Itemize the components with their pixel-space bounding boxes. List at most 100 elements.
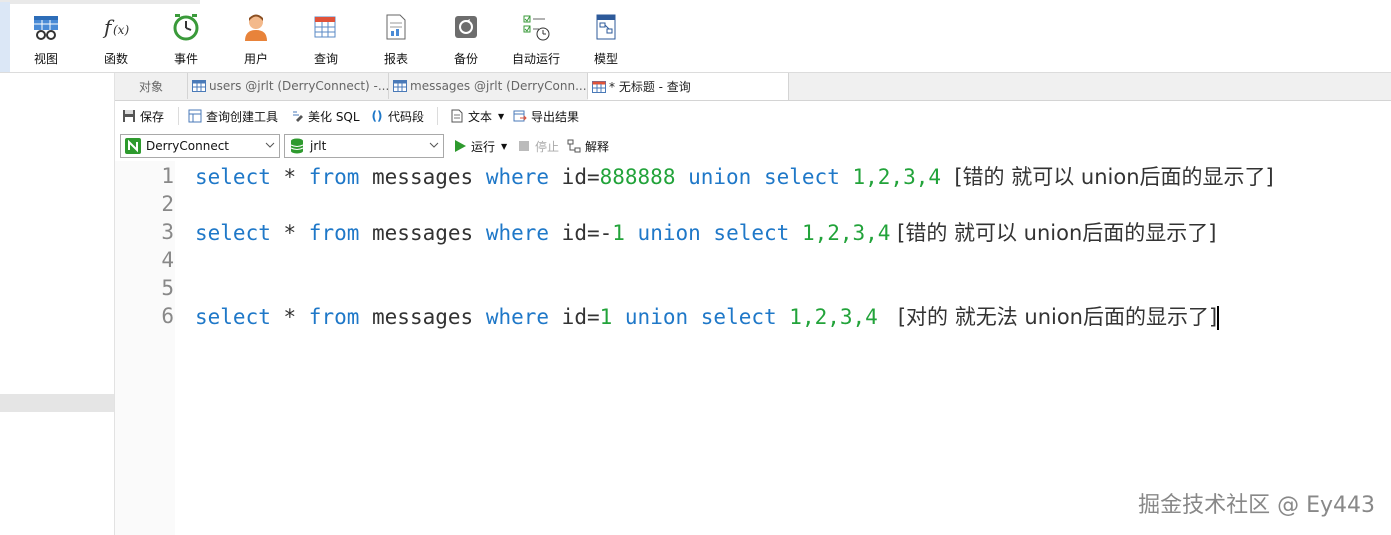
sql-text: *: [270, 305, 309, 329]
database-select[interactable]: jrlt: [284, 134, 444, 158]
connection-value: DerryConnect: [146, 139, 229, 153]
database-value: jrlt: [310, 139, 327, 153]
sql-annotation: [错的 就可以 union后面的显示了]: [890, 221, 1217, 245]
sql-keyword: select: [713, 221, 790, 245]
tab-strip: 对象 users @jrlt (DerryConnect) -... messa…: [115, 73, 1391, 101]
explain-label: 解释: [585, 139, 610, 154]
stop-label: 停止: [535, 139, 560, 154]
connection-icon: [125, 138, 141, 154]
tab-users-table[interactable]: users @jrlt (DerryConnect) -...: [188, 73, 389, 99]
sql-text: id=-: [549, 221, 613, 245]
code-line-1[interactable]: select * from messages where id=888888 u…: [195, 163, 1274, 191]
sql-number: 1,2,3,4: [852, 165, 942, 189]
sql-text: *: [270, 165, 309, 189]
table-icon: [192, 80, 206, 92]
ribbon-event-button[interactable]: 事件: [156, 12, 216, 68]
ribbon-label: 模型: [593, 52, 618, 66]
code-line-3[interactable]: select * from messages where id=-1 union…: [195, 219, 1216, 247]
line-number: 2: [161, 192, 174, 216]
watermark: 掘金技术社区 @ Ey443: [1138, 493, 1375, 518]
chevron-down-icon: [265, 142, 275, 148]
save-button[interactable]: 保存: [122, 108, 164, 124]
ribbon-label: 备份: [453, 52, 478, 66]
stop-icon: [517, 139, 531, 153]
selected-tree-row[interactable]: [0, 394, 114, 412]
line-number: 6: [161, 304, 174, 328]
ribbon-schedule-button[interactable]: 自动运行: [506, 12, 566, 68]
tab-objects[interactable]: 对象: [115, 73, 188, 99]
query-builder-label: 查询创建工具: [206, 109, 279, 124]
sql-annotation: [对的 就无法 union后面的显示了]: [877, 305, 1218, 329]
play-icon: [453, 139, 467, 153]
sql-editor[interactable]: 1 2 3 4 5 6 select * from messages where…: [115, 161, 1391, 535]
user-icon: [241, 12, 271, 42]
ribbon-backup-button[interactable]: 备份: [436, 12, 496, 68]
ribbon-report-button[interactable]: 报表: [366, 12, 426, 68]
toolbar-separator: [178, 107, 179, 125]
sql-keyword: from: [308, 305, 360, 329]
line-number-gutter: 1 2 3 4 5 6: [115, 161, 175, 535]
sql-keyword: union: [624, 221, 714, 245]
tab-untitled-query[interactable]: * 无标题 - 查询: [588, 73, 789, 100]
explain-button[interactable]: 解释: [567, 138, 609, 154]
save-icon: [122, 109, 136, 123]
ribbon-function-button[interactable]: f (x) 函数: [86, 12, 146, 68]
sql-keyword: select: [700, 305, 777, 329]
clock-icon: [171, 12, 201, 42]
ribbon-label: 事件: [173, 52, 198, 66]
query-builder-button[interactable]: 查询创建工具: [188, 108, 278, 124]
text-mode-dropdown[interactable]: 文本 ▼: [450, 108, 504, 124]
stop-button[interactable]: 停止: [517, 138, 559, 154]
ribbon-view-button[interactable]: 视图: [16, 12, 76, 68]
connection-bar: DerryConnect jrlt 运行 ▼ 停止 解释: [115, 131, 1391, 161]
tab-label: 对象: [138, 79, 163, 94]
export-icon: [513, 109, 527, 123]
backup-icon: [451, 12, 481, 42]
ribbon-model-button[interactable]: 模型: [576, 12, 636, 68]
code-line-6[interactable]: select * from messages where id=1 union …: [195, 303, 1220, 331]
sql-keyword: select: [763, 165, 840, 189]
sql-text: messages: [359, 221, 486, 245]
main-ribbon: 视图 f (x) 函数 事件 用户 查询 报表 备份 自动运行 模型: [0, 0, 1391, 73]
sql-keyword: where: [485, 305, 550, 329]
tab-label: * 无标题 - 查询: [609, 80, 691, 94]
function-icon: f (x): [101, 12, 131, 42]
ribbon-selection-bar: [0, 2, 10, 72]
svg-text:(x): (x): [113, 23, 129, 37]
sql-annotation: [错的 就可以 union后面的显示了]: [941, 165, 1274, 189]
dropdown-arrow-icon: ▼: [498, 111, 505, 121]
text-mode-label: 文本: [468, 109, 493, 124]
connection-select[interactable]: DerryConnect: [120, 134, 280, 158]
export-results-button[interactable]: 导出结果: [513, 108, 579, 124]
tab-label: messages @jrlt (DerryConn...: [410, 79, 587, 93]
sql-number: 1,2,3,4: [801, 221, 891, 245]
tab-messages-table[interactable]: messages @jrlt (DerryConn...: [389, 73, 588, 99]
ribbon-user-button[interactable]: 用户: [226, 12, 286, 68]
beautify-sql-label: 美化 SQL: [308, 109, 360, 124]
toolbar-separator: [437, 107, 438, 125]
query-icon: [311, 12, 341, 42]
query-toolbar: 保存 查询创建工具 美化 SQL () 代码段 文本 ▼ 导出结果: [115, 101, 1391, 131]
sql-text: id=: [549, 165, 600, 189]
export-results-label: 导出结果: [531, 109, 580, 124]
ribbon-label: 视图: [33, 52, 58, 66]
chevron-down-icon: [429, 142, 439, 148]
sql-text: id=: [549, 305, 600, 329]
line-number: 1: [161, 164, 174, 188]
query-table-icon: [592, 80, 606, 93]
beautify-sql-button[interactable]: 美化 SQL: [290, 108, 360, 124]
code-snippet-button[interactable]: () 代码段: [370, 108, 425, 124]
dropdown-arrow-icon: ▼: [501, 141, 508, 151]
sql-text: *: [270, 221, 309, 245]
ribbon-query-button[interactable]: 查询: [296, 12, 356, 68]
sql-keyword: union: [612, 305, 701, 329]
navigation-pane[interactable]: [0, 73, 115, 535]
sql-keyword: where: [485, 165, 550, 189]
run-label: 运行: [471, 139, 496, 154]
sql-text: messages: [359, 305, 486, 329]
code-snippet-label: 代码段: [388, 109, 425, 124]
run-button[interactable]: 运行 ▼: [453, 138, 507, 154]
sql-text: messages: [359, 165, 486, 189]
